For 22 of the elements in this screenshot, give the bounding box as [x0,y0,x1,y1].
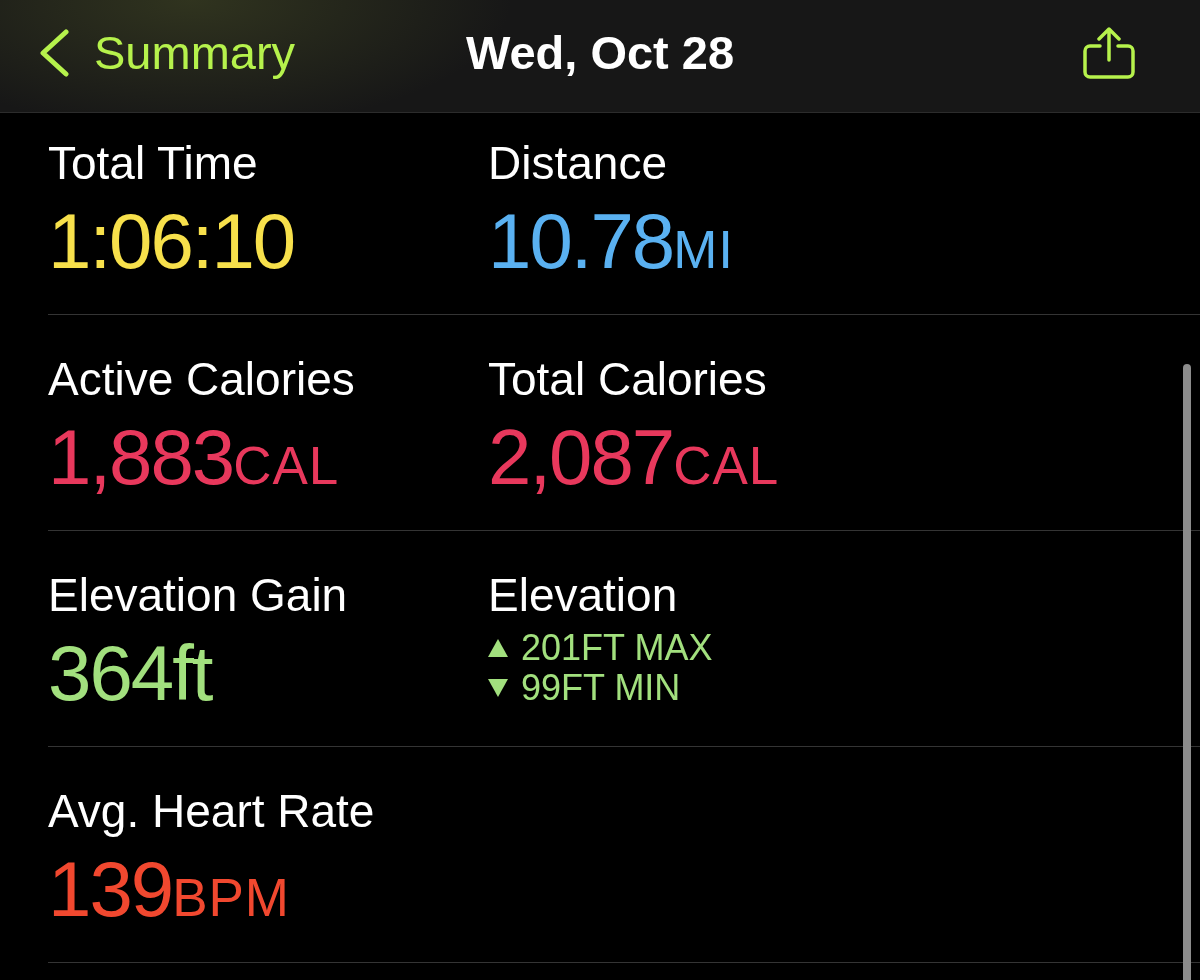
metric-label: Total Time [48,137,258,190]
metric-label: Total Calories [488,353,767,406]
metric-label: Distance [488,137,667,190]
metric-label: Elevation [488,569,678,622]
metric-value: 10.78MI [488,201,735,281]
elevation-reading: 201FT MAX [521,628,713,668]
metric-label: Elevation Gain [48,569,348,622]
chevron-left-icon [38,29,70,77]
metric-value: 1,883CAL [48,417,340,497]
metric-label: Active Calories [48,353,355,406]
metric-label: Avg. Heart Rate [48,785,375,838]
screen-title: Wed, Oct 28 [465,25,735,81]
metric-value: 139BPM [48,849,290,929]
back-button[interactable]: Summary [38,25,296,81]
elevation-reading: 99FT MIN [521,668,681,708]
share-button[interactable] [1082,27,1136,79]
metric-value: 364ft [48,633,212,713]
metric-value: 1:06:10 [48,201,295,281]
triangle-up-icon [488,639,508,657]
triangle-down-icon [488,679,508,697]
share-icon [1082,27,1136,79]
metric-value: 2,087CAL [488,417,780,497]
